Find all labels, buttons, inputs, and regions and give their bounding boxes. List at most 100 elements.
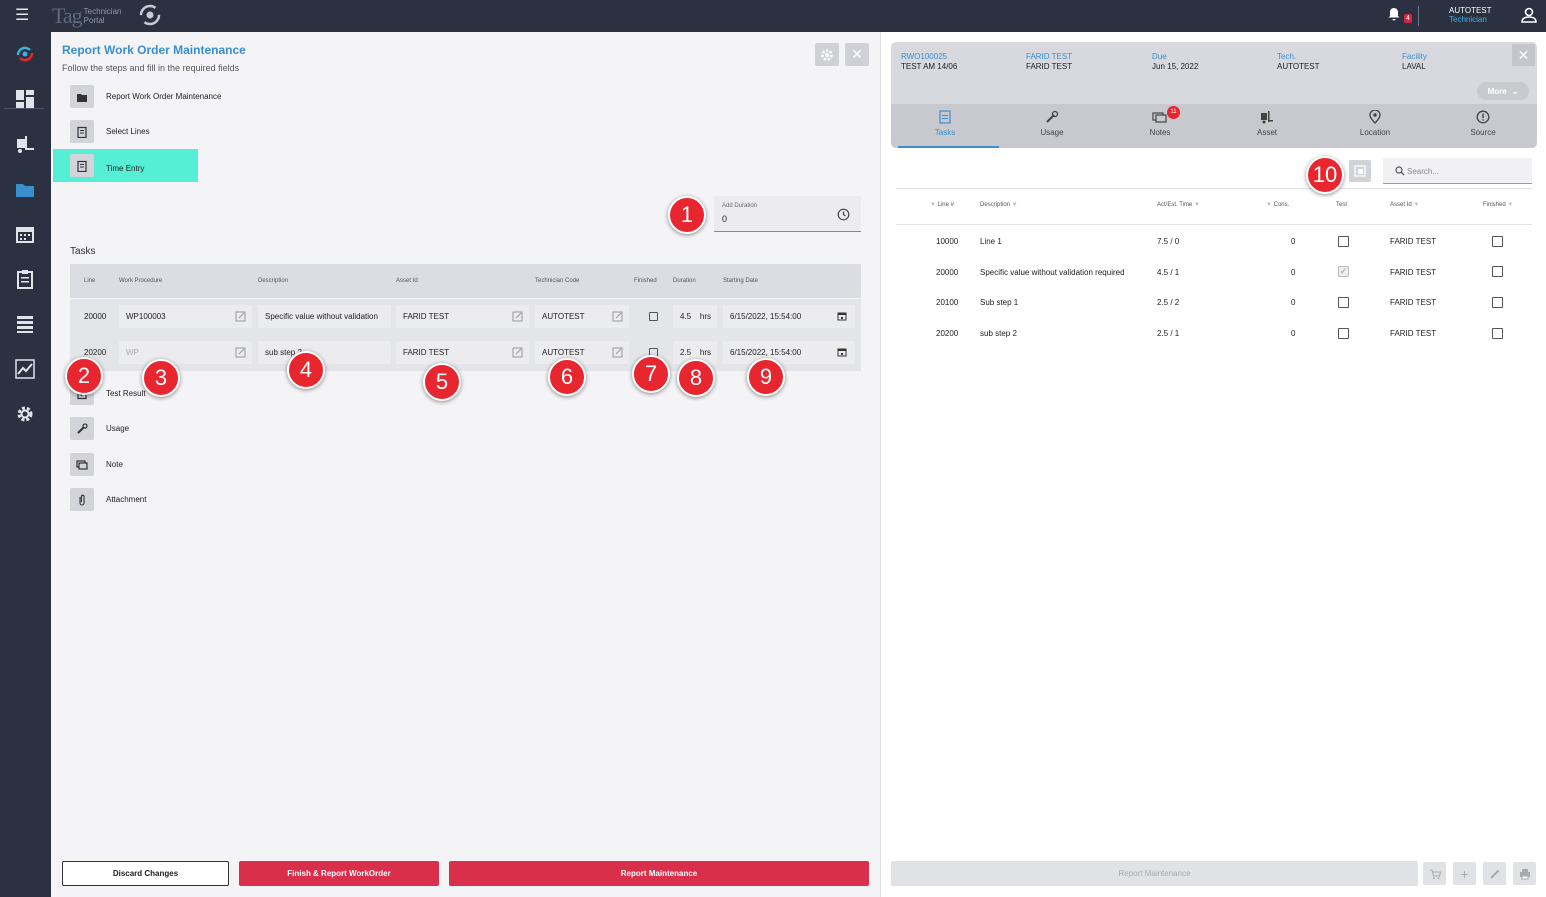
column-header-cons[interactable]: ▼ Cons.: [1266, 202, 1289, 208]
finished-checkbox[interactable]: [649, 312, 658, 321]
tab-usage[interactable]: Usage: [1002, 110, 1102, 137]
discard-changes-button[interactable]: Discard Changes: [62, 861, 229, 886]
brand-swirl-icon: [139, 4, 161, 26]
column-header-line[interactable]: ▼ Line #: [930, 202, 954, 208]
work-order-header: RWO100025 TEST AM 14/06 FARID TEST FARID T…: [891, 42, 1537, 148]
divider: [896, 224, 1532, 225]
starting-date-input[interactable]: 6/15/2022, 15:54:00: [723, 341, 855, 364]
app-logo: Tag Technician Portal: [52, 3, 122, 28]
plus-icon: +: [1460, 865, 1469, 882]
chart-icon[interactable]: [13, 357, 37, 381]
step-time-entry[interactable]: Time Entry: [53, 149, 198, 182]
logo-swirl-icon[interactable]: [13, 42, 37, 66]
calendar-icon[interactable]: [13, 222, 37, 246]
calendar-icon[interactable]: [837, 347, 847, 357]
technician-code-input[interactable]: AUTOTEST: [535, 341, 629, 364]
active-tab-indicator: [898, 146, 999, 148]
finished-checkbox[interactable]: [1492, 297, 1503, 308]
folder-icon[interactable]: [13, 177, 37, 201]
menu-icon[interactable]: ☰: [15, 8, 29, 24]
tab-source[interactable]: Source: [1433, 110, 1533, 137]
tasks-heading: Tasks: [70, 246, 96, 257]
user-icon[interactable]: [1520, 6, 1538, 24]
note-icon: [70, 453, 94, 476]
technician-code-input[interactable]: AUTOTEST: [535, 305, 629, 328]
step-usage[interactable]: Usage: [53, 412, 198, 445]
step-note[interactable]: Note: [53, 448, 198, 481]
test-checkbox: [1338, 297, 1349, 308]
print-button[interactable]: [1513, 862, 1536, 885]
notification-count-badge: 4: [1404, 14, 1412, 23]
calendar-icon[interactable]: [837, 311, 847, 321]
description-input[interactable]: Specific value without validation: [258, 305, 391, 328]
finish-report-workorder-button[interactable]: Finish & Report WorkOrder: [239, 861, 439, 886]
clipboard-icon[interactable]: [13, 267, 37, 291]
callout-badge: 3: [142, 359, 180, 397]
tab-asset[interactable]: Asset: [1217, 110, 1317, 137]
tab-notes[interactable]: 11 Notes: [1110, 106, 1210, 137]
filter-icon[interactable]: ▼: [1507, 202, 1513, 208]
report-maintenance-button[interactable]: Report Maintenance: [449, 861, 869, 886]
open-external-icon[interactable]: [512, 347, 523, 358]
open-external-icon[interactable]: [612, 347, 623, 358]
step-select-lines[interactable]: Select Lines: [53, 115, 198, 148]
gear-icon[interactable]: [13, 402, 37, 426]
finished-checkbox[interactable]: [1492, 236, 1503, 247]
work-order-number: RWO100025 TEST AM 14/06: [901, 52, 958, 71]
clock-icon[interactable]: [837, 208, 850, 221]
asset-id-input[interactable]: FARID TEST: [396, 305, 529, 328]
add-button[interactable]: +: [1453, 862, 1476, 885]
table-row: 20200 WP sub step 2 FARID TEST AUTOTEST …: [70, 335, 861, 371]
notification-bell-icon[interactable]: [1387, 7, 1401, 21]
step-report-work-order[interactable]: Report Work Order Maintenance: [53, 80, 221, 113]
description-input[interactable]: sub step 2: [258, 341, 391, 364]
close-button[interactable]: ✕: [845, 43, 869, 66]
asset-id-input[interactable]: FARID TEST: [396, 341, 529, 364]
edit-button[interactable]: [1483, 862, 1506, 885]
printer-icon: [1519, 868, 1530, 879]
wrench-icon: [1002, 110, 1102, 126]
test-checkbox-checked: ✓: [1338, 266, 1349, 277]
open-external-icon[interactable]: [512, 311, 523, 322]
duration-input[interactable]: 4.5 hrs: [673, 305, 717, 328]
finished-checkbox[interactable]: [1492, 266, 1503, 277]
column-chooser-button[interactable]: [1349, 160, 1371, 182]
tab-location[interactable]: Location: [1325, 110, 1425, 137]
filter-icon[interactable]: ▼: [1012, 202, 1018, 208]
callout-badge: 9: [747, 358, 785, 396]
finished-checkbox[interactable]: [1492, 328, 1503, 339]
open-external-icon[interactable]: [235, 311, 246, 322]
list-icon[interactable]: [13, 312, 37, 336]
work-order-tech: Tech. AUTOTEST: [1277, 52, 1320, 71]
settings-button[interactable]: [815, 43, 839, 66]
column-header-finished[interactable]: Finished ▼: [1483, 202, 1513, 208]
open-external-icon[interactable]: [235, 347, 246, 358]
column-header-asset[interactable]: Asset Id ▼: [1390, 202, 1419, 208]
column-header-description[interactable]: Description ▼: [980, 202, 1018, 208]
column-header-test[interactable]: Test: [1336, 202, 1347, 208]
report-maintenance-button-disabled[interactable]: Report Maintenance: [891, 861, 1418, 886]
starting-date-input[interactable]: 6/15/2022, 15:54:00: [723, 305, 855, 328]
tasks-table-header: Line Work Procedure Description Asset Id…: [70, 264, 861, 298]
dashboard-icon[interactable]: [13, 87, 37, 111]
close-button[interactable]: ✕: [1512, 44, 1535, 66]
filter-icon[interactable]: ▼: [1413, 202, 1419, 208]
callout-badge: 10: [1306, 156, 1344, 194]
filter-icon[interactable]: ▼: [930, 202, 936, 208]
filter-icon[interactable]: ▼: [1194, 202, 1200, 208]
work-procedure-input[interactable]: WP100003: [119, 305, 252, 328]
filter-icon[interactable]: ▼: [1266, 202, 1272, 208]
user-info[interactable]: AUTOTEST Technician: [1449, 6, 1492, 24]
search-input[interactable]: Search...: [1383, 158, 1532, 184]
cart-button[interactable]: [1423, 862, 1446, 885]
forklift-icon[interactable]: [13, 132, 37, 156]
open-external-icon[interactable]: [612, 311, 623, 322]
tab-tasks[interactable]: Tasks: [895, 110, 995, 137]
column-header-time[interactable]: Act/Est. Time ▼: [1157, 202, 1200, 208]
callout-badge: 7: [632, 355, 670, 393]
more-button[interactable]: More ⌄: [1477, 82, 1529, 100]
add-duration-field[interactable]: Add Duration 0: [714, 196, 861, 232]
step-attachment[interactable]: Attachment: [53, 483, 198, 516]
work-procedure-input[interactable]: WP: [119, 341, 252, 364]
sidebar: [0, 32, 51, 897]
